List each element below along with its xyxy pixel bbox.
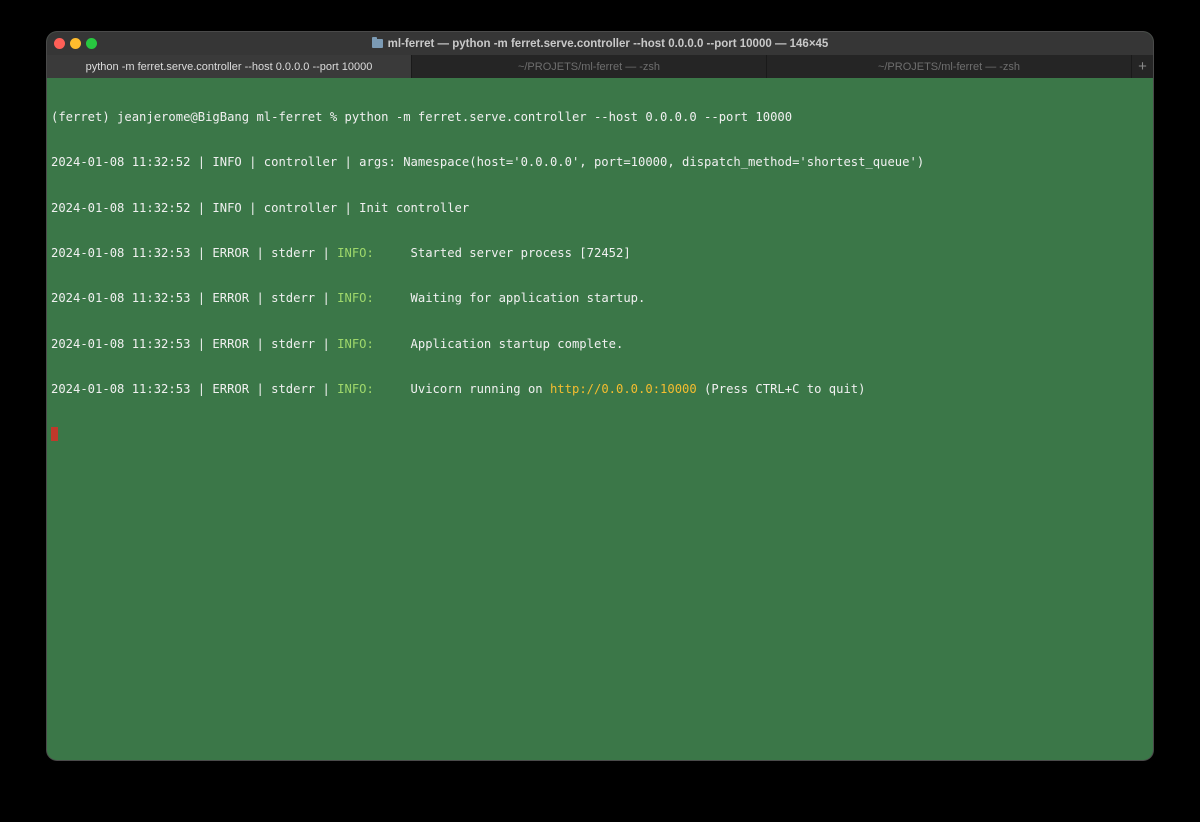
log-message: Application startup complete. xyxy=(373,336,624,351)
log-prefix: 2024-01-08 11:32:53 | ERROR | stderr | xyxy=(51,336,338,351)
tab-zsh-1[interactable]: ~/PROJETS/ml-ferret — -zsh xyxy=(412,55,767,78)
log-line: 2024-01-08 11:32:53 | ERROR | stderr | I… xyxy=(51,382,1149,397)
log-line: 2024-01-08 11:32:53 | ERROR | stderr | I… xyxy=(51,246,1149,261)
tab-python-controller[interactable]: python -m ferret.serve.controller --host… xyxy=(47,55,412,78)
log-line: 2024-01-08 11:32:52 | INFO | controller … xyxy=(51,155,1149,170)
window-controls xyxy=(54,38,97,49)
log-level: INFO: xyxy=(337,246,374,261)
window-title: ml-ferret — python -m ferret.serve.contr… xyxy=(387,37,829,50)
title-bar[interactable]: ml-ferret — python -m ferret.serve.contr… xyxy=(47,32,1153,55)
log-text: 2024-01-08 11:32:52 | INFO | controller … xyxy=(51,155,925,170)
tab-zsh-2[interactable]: ~/PROJETS/ml-ferret — -zsh xyxy=(767,55,1132,78)
log-message: Uvicorn running on xyxy=(373,381,550,396)
log-line: 2024-01-08 11:32:53 | ERROR | stderr | I… xyxy=(51,291,1149,306)
zoom-button[interactable] xyxy=(86,38,97,49)
log-level: INFO: xyxy=(337,336,374,351)
tab-bar: python -m ferret.serve.controller --host… xyxy=(47,55,1153,78)
prompt-line: (ferret) jeanjerome@BigBang ml-ferret % … xyxy=(51,110,793,125)
log-prefix: 2024-01-08 11:32:53 | ERROR | stderr | xyxy=(51,246,338,261)
log-message: Started server process [72452] xyxy=(373,246,631,261)
tab-label: ~/PROJETS/ml-ferret — -zsh xyxy=(517,60,661,73)
log-level: INFO: xyxy=(337,381,374,396)
terminal-window: ml-ferret — python -m ferret.serve.contr… xyxy=(47,32,1153,760)
terminal-output[interactable]: (ferret) jeanjerome@BigBang ml-ferret % … xyxy=(51,80,1149,760)
new-tab-button[interactable]: + xyxy=(1132,55,1153,78)
log-prefix: 2024-01-08 11:32:53 | ERROR | stderr | xyxy=(51,381,338,396)
terminal-cursor xyxy=(51,427,58,442)
window-title-group: ml-ferret — python -m ferret.serve.contr… xyxy=(371,37,829,50)
log-text: 2024-01-08 11:32:52 | INFO | controller … xyxy=(51,200,470,215)
close-button[interactable] xyxy=(54,38,65,49)
cursor-line xyxy=(51,427,1149,442)
tab-label: python -m ferret.serve.controller --host… xyxy=(85,60,373,73)
log-prefix: 2024-01-08 11:32:53 | ERROR | stderr | xyxy=(51,291,338,306)
log-line: 2024-01-08 11:32:53 | ERROR | stderr | I… xyxy=(51,337,1149,352)
log-message: Waiting for application startup. xyxy=(373,291,646,306)
folder-icon xyxy=(371,37,383,48)
log-suffix: (Press CTRL+C to quit) xyxy=(696,381,866,396)
minimize-button[interactable] xyxy=(70,38,81,49)
tab-label: ~/PROJETS/ml-ferret — -zsh xyxy=(877,60,1021,73)
log-level: INFO: xyxy=(337,291,374,306)
log-line: 2024-01-08 11:32:52 | INFO | controller … xyxy=(51,201,1149,216)
plus-icon: + xyxy=(1138,58,1147,75)
server-url-link[interactable]: http://0.0.0.0:10000 xyxy=(550,382,697,396)
